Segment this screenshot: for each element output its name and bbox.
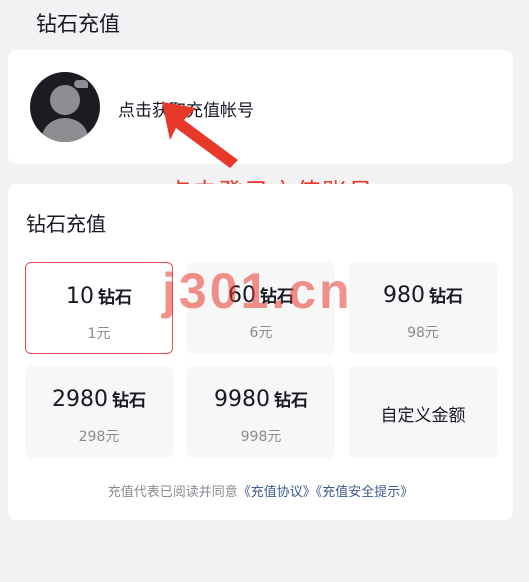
option-price: 298元 — [78, 429, 120, 445]
section-title: 钻石充值 — [26, 212, 106, 236]
annotation-arrow-icon — [162, 102, 238, 168]
amount-option-9980[interactable]: 9980 钻石 998元 — [187, 366, 335, 458]
option-price: 6元 — [249, 325, 273, 341]
watermark: j301.cn — [162, 263, 353, 319]
option-price: 998元 — [240, 429, 282, 445]
recharge-card: 钻石充值 10 钻石 1元 60 钻石 6元 980 钻石 98元 2980 钻石 29… — [8, 184, 513, 520]
option-amount: 980 钻石 — [383, 283, 463, 308]
avatar-body-shape — [42, 118, 88, 142]
custom-amount-label: 自定义金额 — [380, 406, 466, 426]
amount-option-980[interactable]: 980 钻石 98元 — [349, 262, 497, 354]
avatar[interactable] — [30, 72, 100, 142]
option-price: 98元 — [407, 325, 439, 341]
safety-tips-link[interactable]: 《充值安全提示》 — [316, 485, 414, 500]
option-amount: 9980 钻石 — [214, 387, 308, 412]
agreement-text: 充值代表已阅读并同意《充值协议》《充值安全提示》 — [8, 481, 513, 500]
amount-option-2980[interactable]: 2980 钻石 298元 — [25, 366, 173, 458]
amount-option-custom[interactable]: 自定义金额 — [349, 366, 497, 458]
avatar-head-shape — [50, 85, 80, 115]
option-price: 1元 — [87, 326, 111, 342]
agreement-prefix: 充值代表已阅读并同意 — [107, 485, 238, 500]
option-amount: 2980 钻石 — [52, 387, 146, 412]
avatar-note-shape — [74, 80, 88, 88]
option-amount: 10 钻石 — [66, 284, 132, 309]
recharge-agreement-link[interactable]: 《充值协议》 — [238, 485, 316, 500]
account-card[interactable]: 点击获取充值帐号 — [8, 50, 513, 164]
page-title: 钻石充值 — [36, 12, 120, 36]
amount-option-10[interactable]: 10 钻石 1元 — [25, 262, 173, 354]
